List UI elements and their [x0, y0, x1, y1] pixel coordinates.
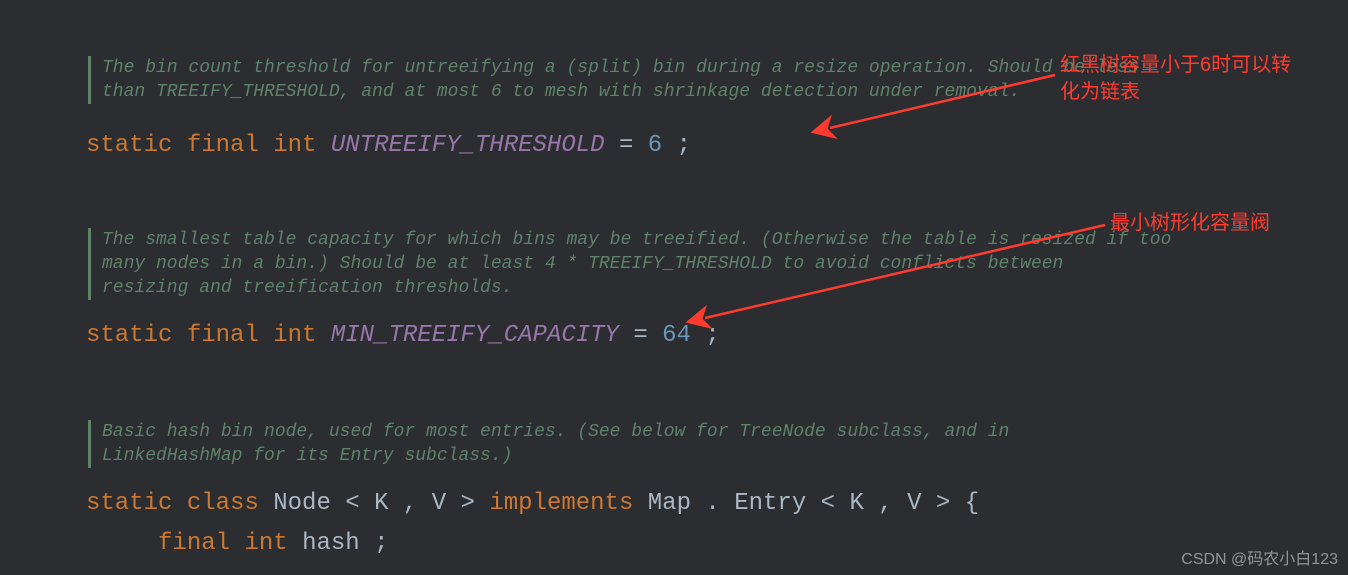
- keyword-static: static: [86, 322, 172, 349]
- type-node: Node: [273, 490, 331, 517]
- op-gt: >: [461, 490, 475, 517]
- annotation-1-line1: 红黑树容量小于6时可以转: [1060, 52, 1291, 79]
- doc-comment-1-line2: than TREEIFY_THRESHOLD, and at most 6 to…: [102, 82, 1020, 104]
- type-map: Map: [648, 490, 691, 517]
- num-64: 64: [662, 322, 691, 349]
- num-6: 6: [648, 132, 662, 159]
- doc-comment-1-line1: The bin count threshold for untreeifying…: [102, 58, 1139, 80]
- keyword-final: final: [187, 132, 259, 159]
- const-min-treeify-capacity: MIN_TREEIFY_CAPACITY: [331, 322, 619, 349]
- keyword-static: static: [86, 132, 172, 159]
- keyword-static: static: [86, 490, 172, 517]
- keyword-implements: implements: [489, 490, 633, 517]
- doc-comment-2-line2: many nodes in a bin.) Should be at least…: [102, 254, 1063, 276]
- code-line-node-class: static class Node < K , V > implements M…: [86, 490, 979, 519]
- code-line-untreeify: static final int UNTREEIFY_THRESHOLD = 6…: [86, 132, 691, 161]
- type-k: K: [374, 490, 388, 517]
- doc-bar-1: [88, 56, 91, 104]
- type-entry: Entry: [734, 490, 806, 517]
- op-lt: <: [345, 490, 359, 517]
- op-assign: =: [619, 132, 648, 159]
- keyword-final: final: [187, 322, 259, 349]
- op-assign: =: [633, 322, 662, 349]
- keyword-int: int: [244, 530, 287, 557]
- type-v: V: [432, 490, 446, 517]
- code-editor: The bin count threshold for untreeifying…: [0, 0, 1348, 575]
- op-dot: .: [705, 490, 719, 517]
- doc-bar-3: [88, 420, 91, 468]
- type-k: K: [849, 490, 863, 517]
- code-line-mincapacity: static final int MIN_TREEIFY_CAPACITY = …: [86, 322, 720, 351]
- op-lt: <: [821, 490, 835, 517]
- doc-comment-3-line2: LinkedHashMap for its Entry subclass.): [102, 446, 512, 468]
- keyword-int: int: [273, 322, 316, 349]
- annotation-2: 最小树形化容量阀: [1110, 210, 1270, 237]
- op-gt: >: [936, 490, 950, 517]
- watermark: CSDN @码农小白123: [1181, 545, 1338, 569]
- keyword-int: int: [273, 132, 316, 159]
- op-comma: ,: [403, 490, 417, 517]
- keyword-final: final: [158, 530, 230, 557]
- keyword-class: class: [187, 490, 259, 517]
- const-untreeify-threshold: UNTREEIFY_THRESHOLD: [331, 132, 605, 159]
- op-comma: ,: [878, 490, 892, 517]
- annotation-1: 红黑树容量小于6时可以转 化为链表: [1060, 52, 1291, 106]
- doc-bar-2: [88, 228, 91, 300]
- op-semi: ;: [374, 530, 388, 557]
- op-semi: ;: [677, 132, 691, 159]
- op-brace: {: [965, 490, 979, 517]
- doc-comment-2-line3: resizing and treeification thresholds.: [102, 278, 512, 300]
- id-hash: hash: [302, 530, 360, 557]
- annotation-1-line2: 化为链表: [1060, 79, 1291, 106]
- op-semi: ;: [705, 322, 719, 349]
- doc-comment-3-line1: Basic hash bin node, used for most entri…: [102, 422, 1009, 444]
- code-line-final-hash: final int hash ;: [86, 530, 388, 559]
- type-v: V: [907, 490, 921, 517]
- doc-comment-2-line1: The smallest table capacity for which bi…: [102, 230, 1171, 252]
